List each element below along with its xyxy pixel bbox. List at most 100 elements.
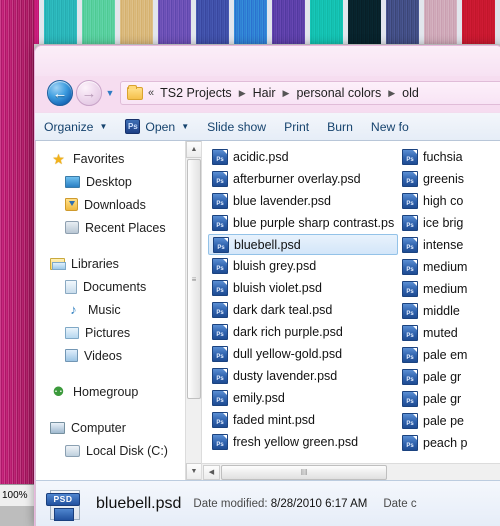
back-button[interactable]: ←: [47, 80, 73, 106]
chevron-down-icon: ▼: [181, 122, 190, 131]
navigation-scrollbar[interactable]: ▲ ≡ ▼: [185, 141, 201, 480]
triangle-left-icon: ◀: [208, 469, 215, 476]
file-row[interactable]: Ps fuchsia: [398, 146, 500, 168]
file-row[interactable]: Ps ice brig: [398, 212, 500, 234]
psd-file-icon: Ps: [212, 390, 228, 406]
indigo-blue-strip: [196, 0, 229, 44]
sidebar-item-downloads[interactable]: Downloads: [36, 193, 201, 216]
file-list-pane[interactable]: Ps acidic.psd Ps afterburner overlay.psd Ps b…: [201, 141, 500, 480]
psd-icon-label: Ps: [406, 443, 414, 449]
file-row[interactable]: Ps medium: [398, 278, 500, 300]
file-row[interactable]: Ps bluish grey.psd: [208, 255, 398, 277]
horizontal-scrollbar-thumb[interactable]: ‖‖: [221, 464, 387, 480]
date-modified-value: 8/28/2010 6:17 AM: [270, 497, 368, 510]
file-row[interactable]: Ps fresh yellow green.psd: [208, 431, 398, 453]
sidebar-item-recent-places[interactable]: Recent Places: [36, 216, 201, 239]
sidebar-item-label: Pictures: [85, 325, 131, 340]
sidebar-item-videos[interactable]: Videos: [36, 344, 201, 367]
file-row[interactable]: Ps middle: [398, 300, 500, 322]
teal-strip: [44, 0, 77, 44]
psd-icon-label: Ps: [406, 421, 414, 427]
file-name-label: faded mint.psd: [233, 413, 315, 427]
file-row[interactable]: Ps high co: [398, 190, 500, 212]
print-button[interactable]: Print: [275, 113, 318, 140]
forward-button[interactable]: →: [76, 80, 102, 106]
psd-icon-label: Ps: [216, 442, 224, 448]
address-breadcrumb-bar[interactable]: « TS2 Projects ▶ Hair ▶ personal colors …: [120, 81, 500, 105]
psd-icon-label: Ps: [216, 223, 224, 229]
file-row[interactable]: Ps acidic.psd: [208, 146, 398, 168]
file-row[interactable]: Ps muted: [398, 322, 500, 344]
file-row[interactable]: Ps blue lavender.psd: [208, 190, 398, 212]
photoshop-icon: Ps: [125, 119, 141, 134]
breadcrumb-hair[interactable]: Hair: [253, 86, 276, 100]
sidebar-item-desktop[interactable]: Desktop: [36, 170, 201, 193]
file-row[interactable]: Ps emily.psd: [208, 387, 398, 409]
triangle-down-icon: ▼: [190, 468, 198, 475]
file-row[interactable]: Ps intense: [398, 234, 500, 256]
burn-button[interactable]: Burn: [318, 113, 362, 140]
file-name-label: ice brig: [423, 216, 464, 230]
scroll-down-button[interactable]: ▼: [186, 463, 201, 480]
horizontal-scrollbar[interactable]: ◀ ‖‖: [202, 463, 500, 480]
file-row[interactable]: Ps dull yellow-gold.psd: [208, 343, 398, 365]
star-icon: ★: [52, 150, 65, 167]
crimson-strip: [462, 0, 495, 44]
music-icon: ♪: [70, 302, 77, 317]
file-name-label: bluish violet.psd: [233, 281, 322, 295]
file-row[interactable]: Ps greenis: [398, 168, 500, 190]
sidebar-item-documents[interactable]: Documents: [36, 275, 201, 298]
sidebar-item-homegroup[interactable]: ⚉ Homegroup: [36, 380, 201, 403]
file-row[interactable]: Ps blue purple sharp contrast.psd: [208, 212, 398, 234]
open-button[interactable]: Ps Open ▼: [116, 113, 198, 140]
scroll-up-button[interactable]: ▲: [186, 141, 201, 158]
sidebar-item-pictures[interactable]: Pictures: [36, 321, 201, 344]
sidebar-item-favorites[interactable]: ★ Favorites: [36, 147, 201, 170]
file-row[interactable]: Ps afterburner overlay.psd: [208, 168, 398, 190]
psd-icon-label: Ps: [216, 354, 224, 360]
address-bar-row: ← → ▼ « TS2 Projects ▶ Hair ▶ personal c…: [35, 74, 500, 112]
file-row[interactable]: Ps pale gr: [398, 388, 500, 410]
file-row[interactable]: Ps pale em: [398, 344, 500, 366]
file-row[interactable]: Ps medium: [398, 256, 500, 278]
psd-file-icon: Ps: [402, 435, 418, 451]
file-row[interactable]: Ps faded mint.psd: [208, 409, 398, 431]
breadcrumb-ts2-projects[interactable]: TS2 Projects: [160, 86, 232, 100]
file-row-selected[interactable]: Ps bluebell.psd: [208, 234, 398, 255]
file-name-label: middle: [423, 304, 460, 318]
breadcrumb-personal-colors[interactable]: personal colors: [296, 86, 381, 100]
file-row[interactable]: Ps dark dark teal.psd: [208, 299, 398, 321]
breadcrumb-separator-icon[interactable]: ▶: [239, 88, 246, 99]
organize-button[interactable]: Organize ▼: [35, 113, 116, 140]
chevron-down-icon: ▼: [99, 122, 108, 131]
sidebar-item-libraries[interactable]: Libraries: [36, 252, 201, 275]
file-column-2: Ps fuchsia Ps greenis Ps high co Ps ice brig Ps i…: [398, 146, 500, 463]
file-row[interactable]: Ps pale pe: [398, 410, 500, 432]
sidebar-item-local-disk-c[interactable]: Local Disk (C:): [36, 439, 201, 462]
breadcrumb-old[interactable]: old: [402, 86, 419, 100]
file-name-label: emily.psd: [233, 391, 285, 405]
psd-file-icon: Ps: [402, 303, 418, 319]
file-row[interactable]: Ps bluish violet.psd: [208, 277, 398, 299]
sidebar-item-computer[interactable]: Computer: [36, 416, 201, 439]
file-row[interactable]: Ps dusty lavender.psd: [208, 365, 398, 387]
left-magenta-strip: [0, 0, 34, 526]
scrollbar-thumb[interactable]: ≡: [187, 159, 201, 399]
breadcrumb-separator-icon[interactable]: ▶: [283, 88, 290, 99]
breadcrumb-separator-icon[interactable]: ▶: [388, 88, 395, 99]
slideshow-button[interactable]: Slide show: [198, 113, 275, 140]
local-disk-icon: [65, 444, 80, 457]
scroll-left-button[interactable]: ◀: [203, 464, 220, 480]
sidebar-item-music[interactable]: ♪ Music: [36, 298, 201, 321]
near-black-teal-strip: [348, 0, 381, 44]
file-row[interactable]: Ps peach p: [398, 432, 500, 454]
breadcrumb-overflow-icon[interactable]: «: [148, 87, 154, 99]
zoom-level-indicator[interactable]: 100%: [0, 490, 28, 501]
file-row[interactable]: Ps pale gr: [398, 366, 500, 388]
new-folder-button[interactable]: New fo: [362, 113, 418, 140]
psd-icon-label: Ps: [406, 267, 414, 273]
recent-pages-dropdown-button[interactable]: ▼: [104, 83, 116, 103]
file-row[interactable]: Ps dark rich purple.psd: [208, 321, 398, 343]
mint-green-strip: [82, 0, 115, 44]
